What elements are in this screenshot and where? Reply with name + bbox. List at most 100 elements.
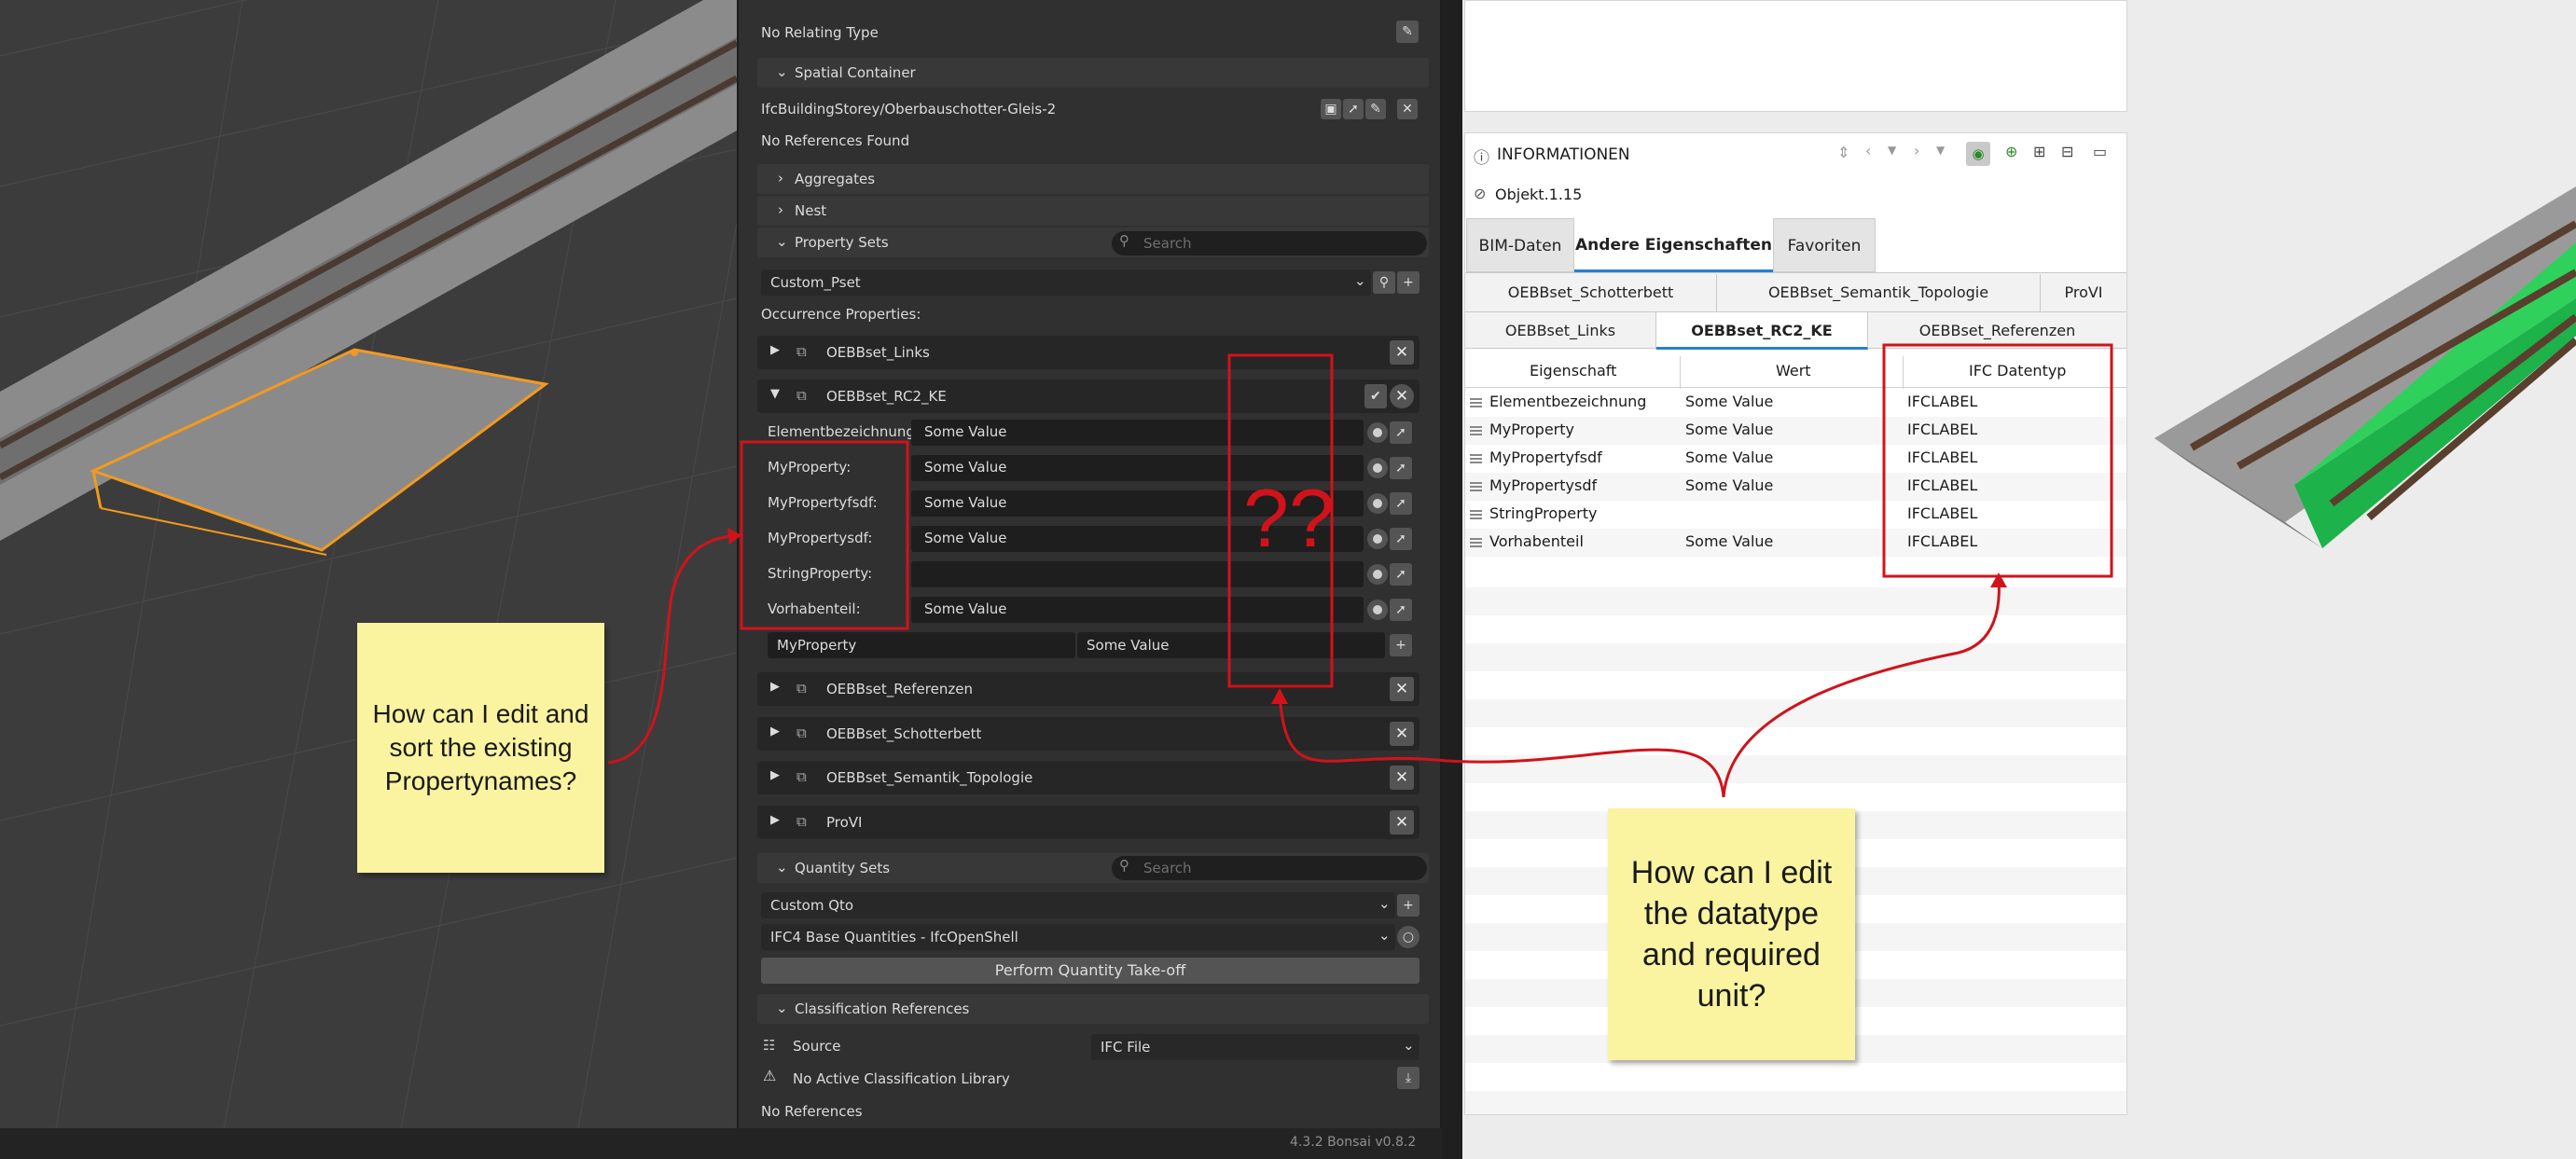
confirm-pset-button[interactable]: ✔	[1364, 384, 1387, 408]
classification-section[interactable]: ⌄ Classification References	[757, 994, 1429, 1024]
add-pset-button[interactable]: +	[1397, 271, 1420, 294]
remove-pset-button[interactable]: ✕	[1390, 722, 1414, 746]
layout-icon[interactable]: ▭	[2093, 143, 2107, 160]
version-label: 4.3.2 Bonsai v0.8.2	[1290, 1135, 1417, 1150]
drag-handle-icon[interactable]	[1470, 509, 1482, 519]
search-icon: ⚲	[1378, 275, 1390, 290]
subtab-links[interactable]: OEBBset_Links	[1465, 312, 1656, 350]
subtab-semantik-topologie[interactable]: OEBBset_Semantik_Topologie	[1717, 274, 2041, 311]
forward-dropdown-icon[interactable]: ▼	[1936, 144, 1945, 157]
new-prop-value-field[interactable]: Some Value	[1077, 632, 1385, 658]
subtab-schotterbett[interactable]: OEBBset_Schotterbett	[1465, 274, 1717, 311]
column-header-eigenschaft[interactable]: Eigenschaft	[1530, 362, 1616, 379]
cancel-pset-button[interactable]: ✕	[1390, 384, 1414, 408]
history-dropdown-icon[interactable]: ▼	[1888, 144, 1896, 157]
bag-remove-icon[interactable]: ⊟	[2061, 143, 2073, 160]
add-property-button[interactable]: +	[1390, 634, 1412, 656]
remove-pset-button[interactable]: ✕	[1390, 340, 1414, 365]
sort-icon[interactable]: ⇕	[1837, 144, 1849, 161]
add-bag-icon[interactable]: ⊕	[2005, 143, 2017, 160]
quantity-sets-search[interactable]: Search	[1112, 856, 1427, 880]
prop-action-button[interactable]: ➚	[1390, 492, 1412, 515]
plus-icon: +	[1403, 898, 1414, 913]
forward-icon[interactable]: ›	[1914, 142, 1919, 159]
tab-andere-eigenschaften[interactable]: Andere Eigenschaften	[1574, 218, 1773, 272]
toggle-radio[interactable]	[1367, 529, 1388, 549]
prop-action-button[interactable]: ➚	[1390, 457, 1412, 479]
hierarchy-icon: ☷	[763, 1037, 776, 1054]
remove-pset-button[interactable]: ✕	[1390, 677, 1414, 701]
property-sets-search[interactable]: Search	[1112, 231, 1427, 255]
drag-handle-icon[interactable]	[1470, 425, 1482, 435]
toggle-radio[interactable]	[1367, 458, 1388, 478]
source-label: Source	[793, 1038, 841, 1055]
pset-row-referenzen[interactable]: ▶ ⧉ OEBBset_Referenzen	[757, 672, 1420, 706]
edit-container-button[interactable]: ✎	[1365, 99, 1386, 119]
pset-row-rc2-ke[interactable]: ▼ ⧉ OEBBset_RC2_KE	[757, 379, 1420, 413]
3d-viewport[interactable]	[0, 0, 737, 1128]
drag-handle-icon[interactable]	[1470, 453, 1482, 463]
prop-name: Elementbezeichnung:	[768, 423, 920, 440]
toggle-radio[interactable]	[1367, 564, 1388, 585]
drag-handle-icon[interactable]	[1470, 481, 1482, 491]
prop-action-button[interactable]: ➚	[1390, 563, 1412, 586]
add-qto-button[interactable]: +	[1397, 894, 1420, 917]
tab-bim-daten[interactable]: BIM-Daten	[1466, 218, 1574, 272]
drag-handle-icon[interactable]	[1470, 537, 1482, 547]
prop-name: StringProperty:	[768, 565, 873, 582]
drag-handle-icon[interactable]	[1470, 397, 1482, 407]
calculate-qto-button[interactable]: ○	[1397, 926, 1420, 948]
qto-template-dropdown[interactable]: Custom Qto ⌄	[761, 892, 1395, 918]
qto-template-value: Custom Qto	[770, 897, 854, 914]
property-name: MyProperty	[1470, 421, 1574, 438]
search-pset-button[interactable]: ⚲	[1373, 271, 1395, 294]
subtab-provi[interactable]: ProVI	[2041, 274, 2126, 311]
subtab-referenzen[interactable]: OEBBset_Referenzen	[1868, 312, 2126, 350]
bag-icon[interactable]: ⊞	[2033, 143, 2045, 160]
prop-name: MyPropertyfsdf:	[768, 494, 878, 511]
spatial-container-section[interactable]: ⌄ Spatial Container	[757, 58, 1429, 88]
column-header-wert[interactable]: Wert	[1776, 362, 1811, 379]
pset-row-schotterbett[interactable]: ▶ ⧉ OEBBset_Schotterbett	[757, 717, 1420, 751]
highlight-toggle-icon[interactable]: ◉	[1966, 142, 1990, 166]
nest-section[interactable]: › Nest	[757, 196, 1429, 226]
perform-quantity-takeoff-button[interactable]: Perform Quantity Take-off	[761, 958, 1420, 984]
check-icon: ✔	[1370, 389, 1381, 404]
pset-name: OEBBset_Referenzen	[826, 681, 973, 697]
pset-row-links[interactable]: ▶ ⧉ OEBBset_Links	[757, 336, 1420, 369]
right-3d-viewport[interactable]	[2136, 0, 2576, 1159]
cursor-icon: ➚	[1395, 461, 1406, 476]
back-icon[interactable]: ‹	[1865, 142, 1871, 159]
sticky-note-left: How can I edit and sort the existing Pro…	[357, 623, 604, 873]
aggregates-section[interactable]: › Aggregates	[757, 164, 1429, 194]
prop-name: MyPropertysdf:	[768, 530, 873, 546]
pick-container-button[interactable]: ➚	[1343, 99, 1364, 119]
remove-pset-button[interactable]: ✕	[1390, 810, 1414, 835]
toggle-radio[interactable]	[1367, 422, 1388, 443]
remove-container-button[interactable]: ✕	[1397, 99, 1418, 119]
chevron-right-icon: ›	[778, 170, 783, 186]
toggle-radio[interactable]	[1367, 493, 1388, 514]
prop-value-field[interactable]: Some Value	[911, 420, 1364, 446]
pset-row-provi[interactable]: ▶ ⧉ ProVI	[757, 806, 1420, 839]
prop-action-button[interactable]: ➚	[1390, 528, 1412, 550]
square-icon: ▣	[1324, 102, 1337, 117]
remove-pset-button[interactable]: ✕	[1390, 766, 1414, 790]
import-library-button[interactable]: ⤓	[1397, 1067, 1420, 1089]
base-quantities-dropdown[interactable]: IFC4 Base Quantities - IfcOpenShell ⌄	[761, 924, 1395, 950]
toggle-radio[interactable]	[1367, 600, 1388, 620]
pset-row-semantik-topologie[interactable]: ▶ ⧉ OEBBset_Semantik_Topologie	[757, 761, 1420, 794]
new-prop-name-field[interactable]: MyProperty	[768, 632, 1075, 658]
close-icon: ✕	[1394, 680, 1409, 698]
select-container-button[interactable]: ▣	[1321, 99, 1341, 119]
pset-template-dropdown[interactable]: Custom_Pset ⌄	[761, 269, 1371, 296]
source-dropdown[interactable]: IFC File ⌄	[1091, 1034, 1420, 1060]
prop-action-button[interactable]: ➚	[1390, 421, 1412, 444]
prop-value-field[interactable]: Some Value	[911, 597, 1364, 623]
prop-action-button[interactable]: ➚	[1390, 599, 1412, 621]
subtab-rc2-ke[interactable]: OEBBset_RC2_KE	[1656, 312, 1868, 350]
tab-favoriten[interactable]: Favoriten	[1773, 218, 1876, 272]
question-marks: ??	[1243, 472, 1335, 564]
column-header-ifc-datentyp[interactable]: IFC Datentyp	[1969, 362, 2066, 379]
edit-relating-type-button[interactable]: ✎	[1396, 21, 1419, 43]
